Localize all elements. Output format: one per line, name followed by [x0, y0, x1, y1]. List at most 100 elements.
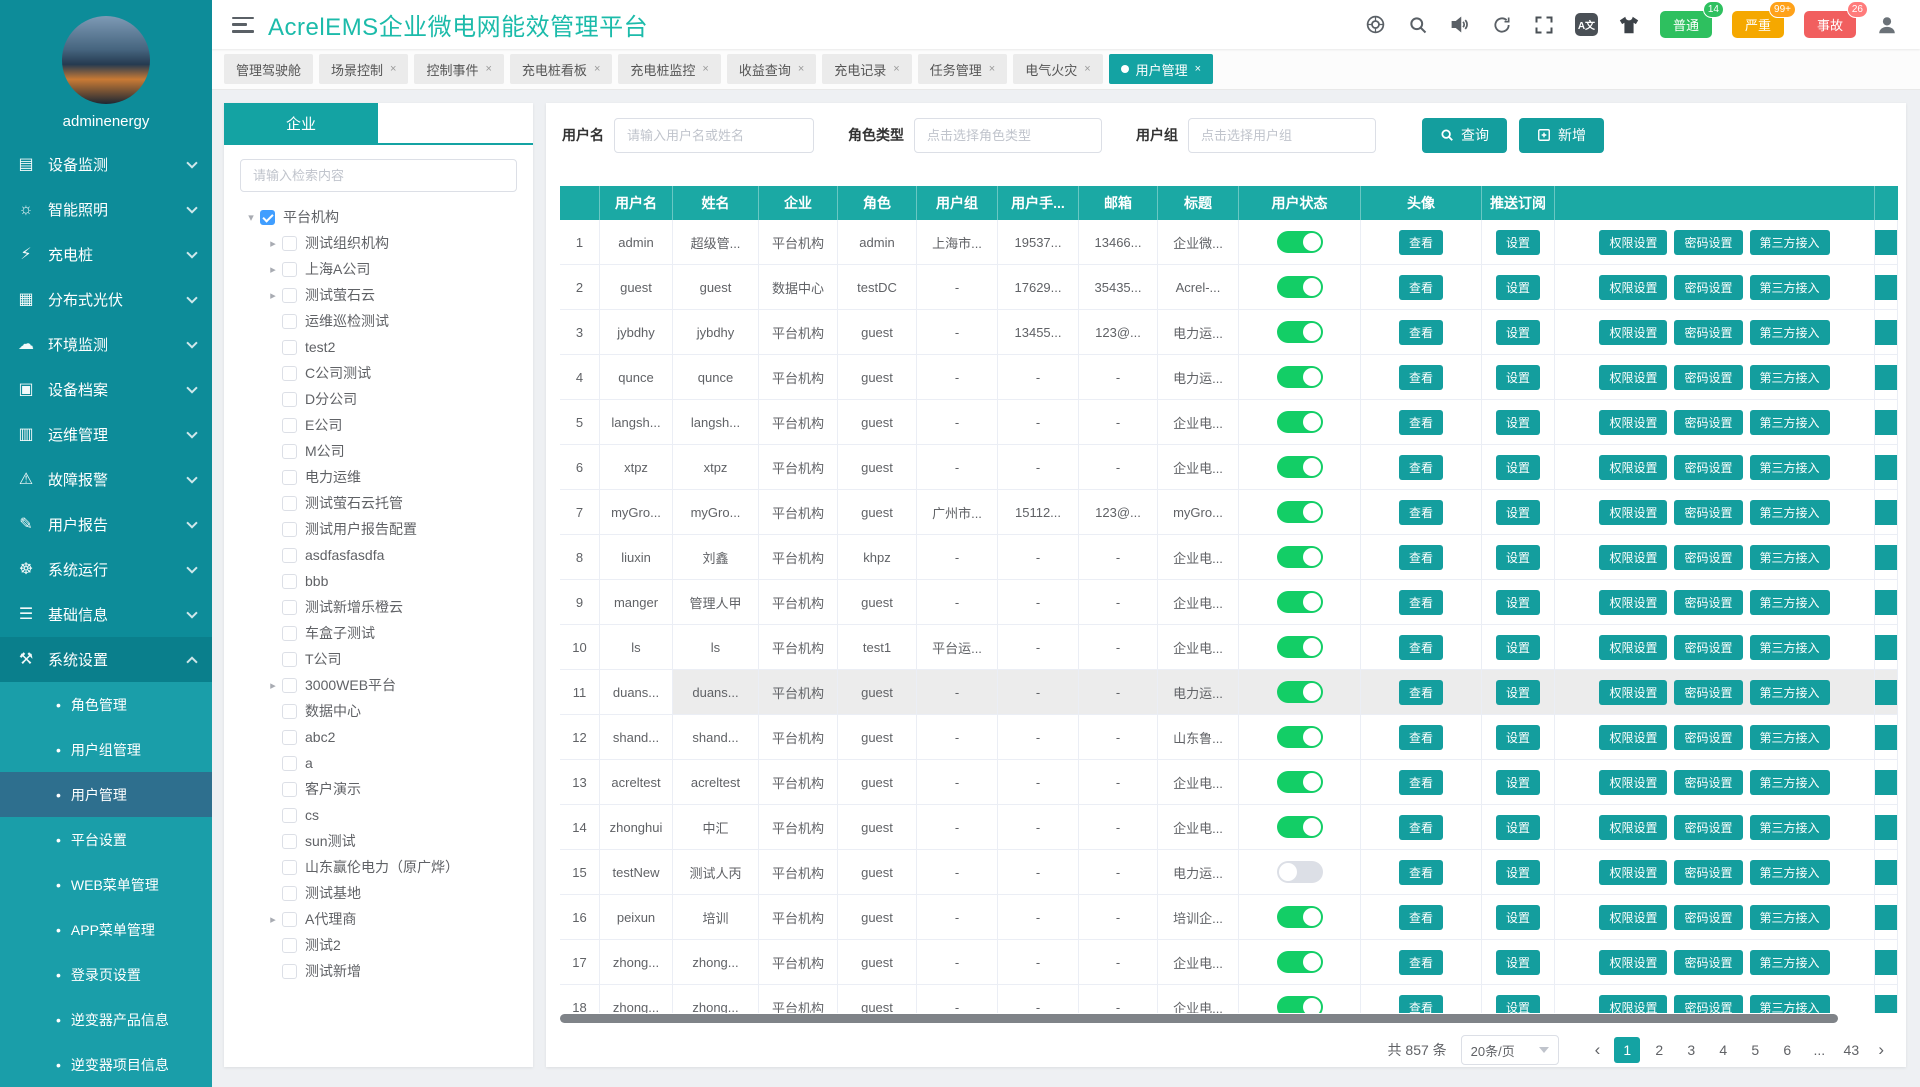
close-icon[interactable]: × [989, 63, 995, 75]
view-avatar-button[interactable]: 查看 [1399, 815, 1443, 840]
page-tab[interactable]: 充电桩监控 × [618, 54, 720, 84]
clipped-action-button[interactable] [1875, 275, 1898, 300]
tree-node[interactable]: 测试2 [232, 932, 533, 958]
tree-checkbox[interactable] [282, 366, 297, 381]
page-tab[interactable]: 控制事件 × [414, 54, 503, 84]
view-avatar-button[interactable]: 查看 [1399, 725, 1443, 750]
user-status-toggle[interactable] [1277, 591, 1323, 613]
help-icon[interactable] [1365, 14, 1387, 36]
password-settings-button[interactable]: 密码设置 [1674, 590, 1742, 615]
user-group-input[interactable] [1188, 118, 1376, 153]
view-avatar-button[interactable]: 查看 [1399, 995, 1443, 1014]
prev-page-button[interactable]: ‹ [1587, 1040, 1609, 1060]
tree-node[interactable]: 山东赢伦电力（原广烨） [232, 854, 533, 880]
tree-node[interactable]: 测试用户报告配置 [232, 516, 533, 542]
tree-expander-icon[interactable]: ▸ [264, 913, 282, 926]
page-tab[interactable]: 场景控制 × [319, 54, 408, 84]
password-settings-button[interactable]: 密码设置 [1674, 905, 1742, 930]
tree-expander-icon[interactable]: ▸ [264, 289, 282, 302]
tree-checkbox[interactable] [282, 704, 297, 719]
push-subscribe-button[interactable]: 设置 [1496, 500, 1540, 525]
tree-node[interactable]: 测试萤石云托管 [232, 490, 533, 516]
add-user-button[interactable]: 新增 [1519, 118, 1604, 153]
tree-checkbox[interactable] [282, 444, 297, 459]
collapse-menu-icon[interactable] [232, 17, 254, 33]
sidebar-subitem[interactable]: 角色管理 [0, 682, 212, 727]
clipped-action-button[interactable] [1875, 590, 1898, 615]
sidebar-item[interactable]: ⚠ 故障报警 [0, 457, 212, 502]
user-status-toggle[interactable] [1277, 636, 1323, 658]
permission-settings-button[interactable]: 权限设置 [1599, 635, 1667, 660]
user-status-toggle[interactable] [1277, 996, 1323, 1013]
sidebar-item[interactable]: ▦ 分布式光伏 [0, 277, 212, 322]
alarm-severe-button[interactable]: 严重 99+ [1732, 11, 1784, 38]
view-avatar-button[interactable]: 查看 [1399, 320, 1443, 345]
third-party-access-button[interactable]: 第三方接入 [1750, 725, 1830, 750]
tree-node[interactable]: ▸ 3000WEB平台 [232, 672, 533, 698]
sidebar-item[interactable]: ▣ 设备档案 [0, 367, 212, 412]
tree-checkbox[interactable] [282, 314, 297, 329]
sound-icon[interactable] [1449, 14, 1471, 36]
third-party-access-button[interactable]: 第三方接入 [1750, 320, 1830, 345]
password-settings-button[interactable]: 密码设置 [1674, 275, 1742, 300]
user-status-toggle[interactable] [1277, 546, 1323, 568]
clipped-action-button[interactable] [1875, 545, 1898, 570]
tree-checkbox[interactable] [282, 418, 297, 433]
permission-settings-button[interactable]: 权限设置 [1599, 680, 1667, 705]
tree-expander-icon[interactable]: ▾ [242, 211, 260, 224]
tree-checkbox[interactable] [282, 236, 297, 251]
third-party-access-button[interactable]: 第三方接入 [1750, 590, 1830, 615]
tree-checkbox[interactable] [282, 522, 297, 537]
tree-node[interactable]: ▸ 测试组织机构 [232, 230, 533, 256]
password-settings-button[interactable]: 密码设置 [1674, 950, 1742, 975]
tree-checkbox[interactable] [282, 288, 297, 303]
tree-node[interactable]: ▾ 平台机构 [232, 204, 533, 230]
tree-checkbox[interactable] [282, 626, 297, 641]
push-subscribe-button[interactable]: 设置 [1496, 275, 1540, 300]
sidebar-item[interactable]: ☼ 智能照明 [0, 187, 212, 232]
tree-node[interactable]: C公司测试 [232, 360, 533, 386]
page-number[interactable]: 2 [1646, 1037, 1672, 1063]
user-status-toggle[interactable] [1277, 951, 1323, 973]
user-status-toggle[interactable] [1277, 726, 1323, 748]
page-tab[interactable]: 充电记录 × [822, 54, 911, 84]
sidebar-subitem[interactable]: APP菜单管理 [0, 907, 212, 952]
tree-checkbox[interactable] [282, 678, 297, 693]
tree-checkbox[interactable] [260, 210, 275, 225]
permission-settings-button[interactable]: 权限设置 [1599, 320, 1667, 345]
password-settings-button[interactable]: 密码设置 [1674, 860, 1742, 885]
clipped-action-button[interactable] [1875, 680, 1898, 705]
page-number[interactable]: 5 [1742, 1037, 1768, 1063]
tree-node[interactable]: E公司 [232, 412, 533, 438]
third-party-access-button[interactable]: 第三方接入 [1750, 545, 1830, 570]
tree-checkbox[interactable] [282, 470, 297, 485]
third-party-access-button[interactable]: 第三方接入 [1750, 455, 1830, 480]
role-type-input[interactable] [914, 118, 1102, 153]
view-avatar-button[interactable]: 查看 [1399, 545, 1443, 570]
sidebar-item[interactable]: ⚒ 系统设置 [0, 637, 212, 682]
tree-node[interactable]: cs [232, 802, 533, 828]
third-party-access-button[interactable]: 第三方接入 [1750, 950, 1830, 975]
tree-node[interactable]: a [232, 750, 533, 776]
close-icon[interactable]: × [594, 63, 600, 75]
password-settings-button[interactable]: 密码设置 [1674, 455, 1742, 480]
third-party-access-button[interactable]: 第三方接入 [1750, 905, 1830, 930]
tree-node[interactable]: D分公司 [232, 386, 533, 412]
tree-checkbox[interactable] [282, 340, 297, 355]
close-icon[interactable]: × [1195, 63, 1201, 75]
tree-node[interactable]: 运维巡检测试 [232, 308, 533, 334]
third-party-access-button[interactable]: 第三方接入 [1750, 680, 1830, 705]
view-avatar-button[interactable]: 查看 [1399, 275, 1443, 300]
translate-icon[interactable]: A文 [1575, 13, 1598, 36]
push-subscribe-button[interactable]: 设置 [1496, 725, 1540, 750]
tree-node[interactable]: M公司 [232, 438, 533, 464]
tab-enterprise[interactable]: 企业 [224, 103, 378, 143]
user-status-toggle[interactable] [1277, 276, 1323, 298]
user-status-toggle[interactable] [1277, 321, 1323, 343]
password-settings-button[interactable]: 密码设置 [1674, 500, 1742, 525]
tree-checkbox[interactable] [282, 782, 297, 797]
third-party-access-button[interactable]: 第三方接入 [1750, 770, 1830, 795]
user-status-toggle[interactable] [1277, 906, 1323, 928]
permission-settings-button[interactable]: 权限设置 [1599, 410, 1667, 435]
user-status-toggle[interactable] [1277, 771, 1323, 793]
